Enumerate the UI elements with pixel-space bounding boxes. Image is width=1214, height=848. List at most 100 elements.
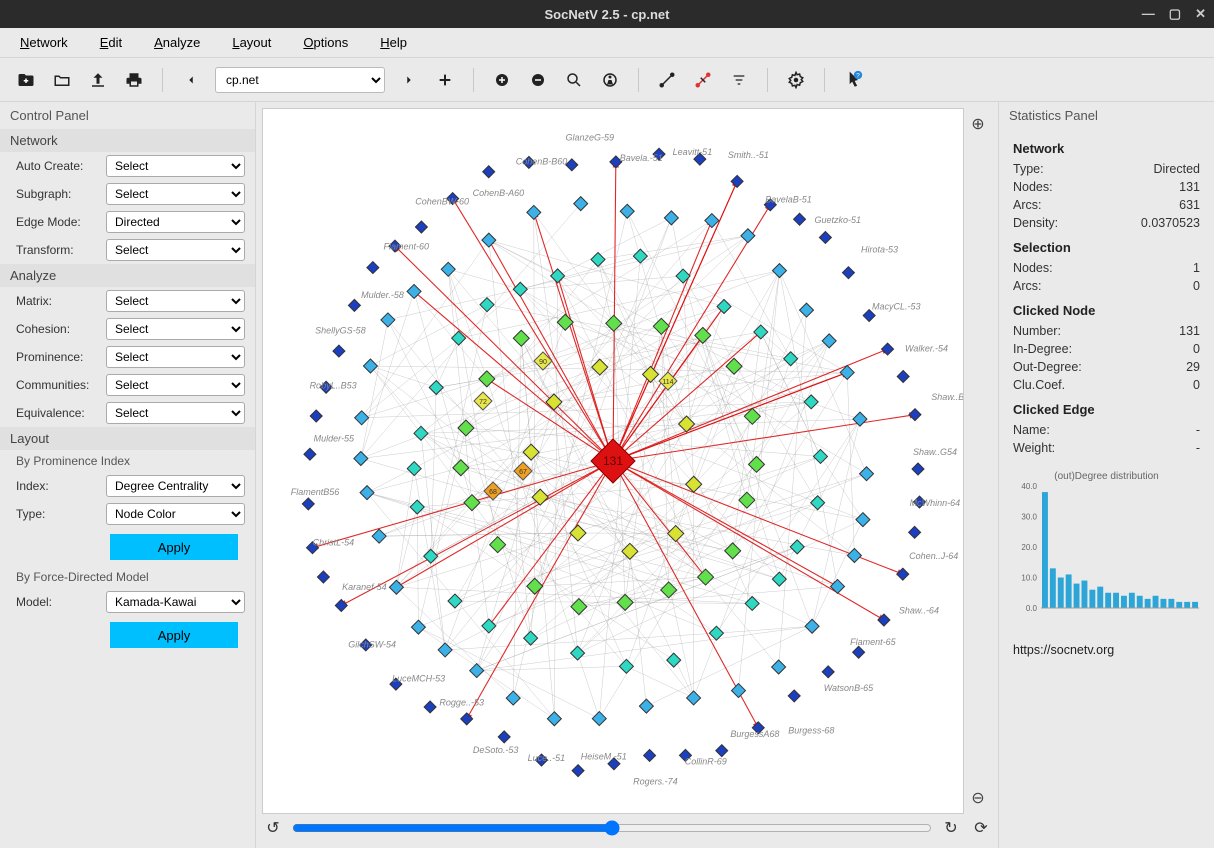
menu-analyze[interactable]: Analyze bbox=[154, 35, 200, 50]
menu-network[interactable]: Network bbox=[20, 35, 68, 50]
rotate-right-icon[interactable]: ↻ bbox=[940, 818, 962, 838]
maximize-icon[interactable]: ▢ bbox=[1169, 6, 1181, 22]
prominence-select[interactable]: Select bbox=[106, 346, 245, 368]
menu-layout[interactable]: Layout bbox=[232, 35, 271, 50]
stat-nodes: 131 bbox=[1179, 180, 1200, 194]
section-layout: Layout bbox=[0, 427, 255, 450]
svg-text:CollinR-69: CollinR-69 bbox=[685, 757, 727, 767]
svg-text:0.0: 0.0 bbox=[1026, 604, 1038, 613]
svg-text:Walker.-54: Walker.-54 bbox=[905, 343, 948, 353]
svg-text:10.0: 10.0 bbox=[1021, 574, 1037, 583]
sel-nodes: 1 bbox=[1193, 261, 1200, 275]
subgraph-select[interactable]: Select bbox=[106, 183, 245, 205]
svg-text:HeiseM.-51: HeiseM.-51 bbox=[581, 751, 627, 761]
menubar: Network Edit Analyze Layout Options Help bbox=[0, 28, 1214, 58]
svg-text:?: ? bbox=[856, 72, 860, 79]
svg-text:90: 90 bbox=[539, 359, 547, 366]
svg-text:Mulder-55: Mulder-55 bbox=[314, 433, 355, 443]
help-icon[interactable]: ? bbox=[841, 68, 865, 92]
auto-create-select[interactable]: Select bbox=[106, 155, 245, 177]
add-icon[interactable] bbox=[433, 68, 457, 92]
svg-text:Burgess-68: Burgess-68 bbox=[788, 725, 834, 735]
apply-prominence-button[interactable]: Apply bbox=[110, 534, 238, 560]
file-selector[interactable]: cp.net bbox=[215, 67, 385, 93]
zoom-in-icon[interactable]: ⊕ bbox=[971, 114, 984, 134]
stat-arcs: 631 bbox=[1179, 198, 1200, 212]
svg-text:40.0: 40.0 bbox=[1021, 482, 1037, 491]
stat-density: 0.0370523 bbox=[1141, 216, 1200, 230]
svg-text:Smith..-51: Smith..-51 bbox=[728, 150, 769, 160]
layout-force-sub: By Force-Directed Model bbox=[0, 566, 255, 588]
svg-text:20.0: 20.0 bbox=[1021, 543, 1037, 552]
apply-force-button[interactable]: Apply bbox=[110, 622, 238, 648]
model-select[interactable]: Kamada-Kawai bbox=[106, 591, 245, 613]
svg-text:Shaw..-64: Shaw..-64 bbox=[899, 605, 939, 615]
svg-text:Karanef-54: Karanef-54 bbox=[342, 582, 387, 592]
type-select[interactable]: Node Color bbox=[106, 503, 245, 525]
svg-text:Mulder.-58: Mulder.-58 bbox=[361, 290, 404, 300]
equivalence-select[interactable]: Select bbox=[106, 402, 245, 424]
add-node-icon[interactable] bbox=[490, 68, 514, 92]
cohesion-select[interactable]: Select bbox=[106, 318, 245, 340]
node-properties-icon[interactable] bbox=[598, 68, 622, 92]
edge-mode-select[interactable]: Directed bbox=[106, 211, 245, 233]
svg-text:RobyL..B53: RobyL..B53 bbox=[310, 380, 357, 390]
forward-icon[interactable] bbox=[397, 68, 421, 92]
svg-text:131: 131 bbox=[603, 454, 623, 468]
remove-node-icon[interactable] bbox=[526, 68, 550, 92]
cn-outdeg: 29 bbox=[1186, 360, 1200, 374]
ce-weight: - bbox=[1196, 441, 1200, 455]
menu-edit[interactable]: Edit bbox=[100, 35, 122, 50]
index-select[interactable]: Degree Centrality bbox=[106, 475, 245, 497]
cn-number: 131 bbox=[1179, 324, 1200, 338]
svg-text:CohenBW-60: CohenBW-60 bbox=[415, 196, 469, 206]
menu-help[interactable]: Help bbox=[380, 35, 407, 50]
cn-clucoef: 0 bbox=[1193, 378, 1200, 392]
remove-edge-icon[interactable] bbox=[691, 68, 715, 92]
open-folder-icon[interactable] bbox=[50, 68, 74, 92]
settings-icon[interactable] bbox=[784, 68, 808, 92]
svg-text:114: 114 bbox=[662, 379, 673, 386]
website-link[interactable]: https://socnetv.org bbox=[1013, 643, 1114, 657]
stat-type: Directed bbox=[1153, 162, 1200, 176]
minimize-icon[interactable]: — bbox=[1142, 6, 1155, 22]
transform-select[interactable]: Select bbox=[106, 239, 245, 261]
svg-text:CohenB-A60: CohenB-A60 bbox=[473, 188, 525, 198]
window-title: SocNetV 2.5 - cp.net bbox=[545, 7, 670, 22]
zoom-slider[interactable] bbox=[292, 820, 932, 836]
filter-icon[interactable] bbox=[727, 68, 751, 92]
sel-arcs: 0 bbox=[1193, 279, 1200, 293]
matrix-select[interactable]: Select bbox=[106, 290, 245, 312]
new-file-icon[interactable] bbox=[14, 68, 38, 92]
svg-text:30.0: 30.0 bbox=[1021, 513, 1037, 522]
svg-text:Guetzko-51: Guetzko-51 bbox=[814, 215, 861, 225]
degree-distribution-chart: (out)Degree distribution 0.010.020.030.0… bbox=[1013, 471, 1200, 631]
svg-text:ShellyGS-58: ShellyGS-58 bbox=[315, 325, 366, 335]
menu-options[interactable]: Options bbox=[303, 35, 348, 50]
reset-view-icon[interactable]: ⟳ bbox=[970, 818, 992, 838]
svg-text:67: 67 bbox=[519, 469, 527, 476]
svg-text:DeSoto.-53: DeSoto.-53 bbox=[473, 745, 519, 755]
search-icon[interactable] bbox=[562, 68, 586, 92]
svg-text:Hirota-53: Hirota-53 bbox=[861, 245, 898, 255]
svg-text:Rogers.-74: Rogers.-74 bbox=[633, 776, 678, 786]
close-icon[interactable]: ✕ bbox=[1195, 6, 1206, 22]
graph-canvas[interactable]: 13167689011472McWhinn-64Cohen..J-64Shaw.… bbox=[262, 108, 964, 814]
svg-text:GlanzeG-59: GlanzeG-59 bbox=[565, 133, 614, 143]
section-analyze: Analyze bbox=[0, 264, 255, 287]
back-icon[interactable] bbox=[179, 68, 203, 92]
save-icon[interactable] bbox=[86, 68, 110, 92]
rotate-left-icon[interactable]: ↺ bbox=[262, 818, 284, 838]
add-edge-icon[interactable] bbox=[655, 68, 679, 92]
section-network: Network bbox=[0, 129, 255, 152]
svg-text:FlamentB56: FlamentB56 bbox=[291, 487, 340, 497]
zoom-out-icon[interactable]: ⊖ bbox=[971, 788, 984, 808]
svg-text:MacyCL.-53: MacyCL.-53 bbox=[872, 302, 921, 312]
svg-text:Flament-65: Flament-65 bbox=[850, 637, 897, 647]
svg-text:72: 72 bbox=[479, 399, 487, 406]
print-icon[interactable] bbox=[122, 68, 146, 92]
ce-name: - bbox=[1196, 423, 1200, 437]
svg-text:Shaw..B54: Shaw..B54 bbox=[931, 392, 963, 402]
stats-panel-title: Statistics Panel bbox=[999, 102, 1214, 129]
communities-select[interactable]: Select bbox=[106, 374, 245, 396]
